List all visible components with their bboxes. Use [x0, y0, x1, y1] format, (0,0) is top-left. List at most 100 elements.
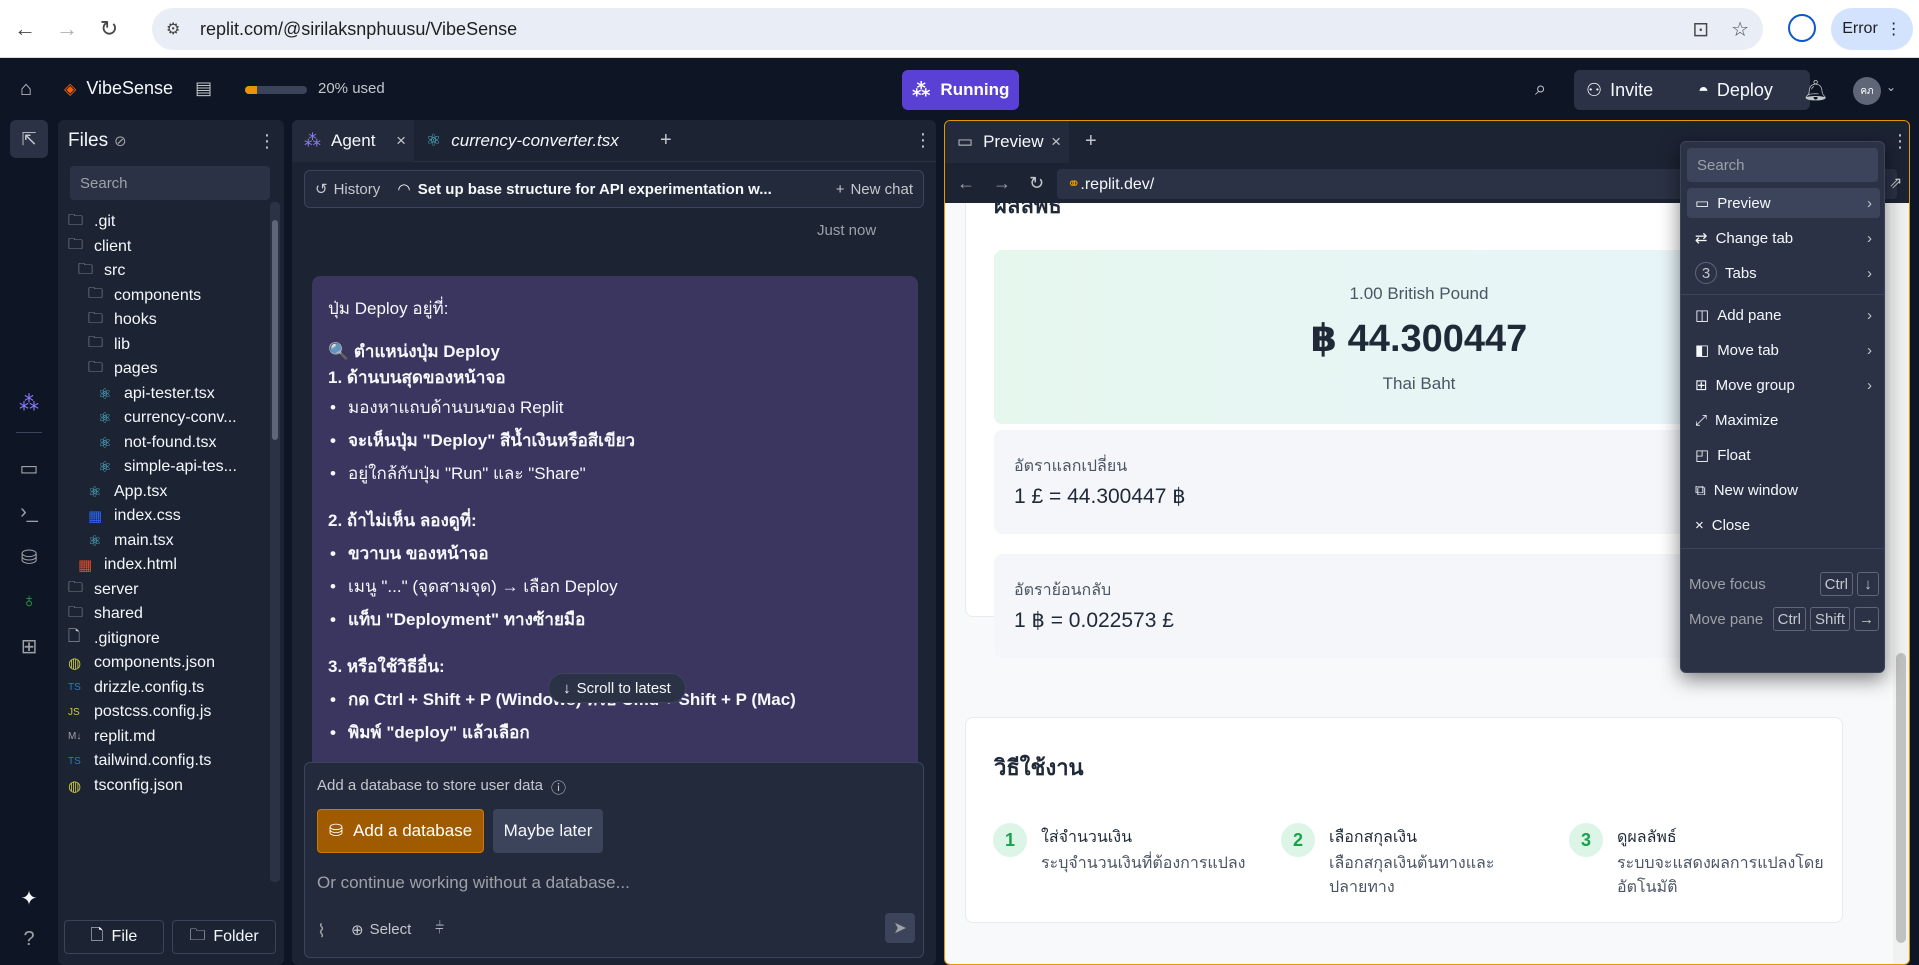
new-chat-button[interactable]: + New chat — [836, 181, 913, 198]
new-file-button[interactable]: 🗋︎ File — [64, 920, 164, 954]
arrow-down-icon: ↓ — [563, 679, 571, 697]
typescript-file-icon: TS — [68, 755, 81, 767]
arrow-right-key-icon: → — [1854, 607, 1879, 631]
close-icon: × — [1695, 516, 1704, 534]
bookmark-star-icon[interactable]: ☆ — [1731, 17, 1749, 42]
tab-preview[interactable]: ▭ Preview × — [945, 121, 1069, 163]
chat-input[interactable]: Or continue working without a database..… — [317, 873, 630, 893]
attach-icon[interactable]: ⌇ — [317, 921, 326, 942]
close-icon[interactable]: × — [1051, 132, 1061, 152]
menu-item-maximize[interactable]: ⤢ Maximize — [1687, 405, 1880, 435]
tab-currency-converter[interactable]: ⚛ currency-converter.tsx — [414, 120, 636, 162]
json-file-icon: ◍ — [68, 777, 82, 795]
pane-menu-icon[interactable]: ⋮ — [1891, 131, 1909, 152]
install-app-icon[interactable]: ⊡ — [1692, 17, 1709, 42]
scroll-to-latest-button[interactable]: ↓ Scroll to latest — [548, 673, 686, 703]
folder-icon: 🗀︎ — [68, 579, 84, 596]
chevron-down-icon[interactable]: ⌄ — [1886, 80, 1896, 94]
maybe-later-button[interactable]: Maybe later — [493, 809, 603, 853]
files-scroll-thumb[interactable] — [272, 220, 278, 440]
reload-icon[interactable]: ↻ — [92, 12, 126, 46]
sparkle-icon[interactable]: ✦ — [16, 886, 42, 911]
menu-item-label: Move group — [1715, 376, 1795, 394]
file-tree-item[interactable]: ◍ tsconfig.json — [68, 772, 183, 800]
menu-item-close[interactable]: × Close — [1687, 510, 1880, 540]
file-tree-label: .git — [94, 213, 116, 230]
menu-item-move-group[interactable]: ⊞ Move group › — [1687, 370, 1880, 400]
settings-sliders-icon[interactable]: ⫩ — [435, 920, 444, 938]
chevron-right-icon: › — [1867, 229, 1872, 247]
menu-item-label: Change tab — [1715, 229, 1794, 247]
send-icon[interactable]: ➤ — [885, 913, 915, 943]
add-tab-icon[interactable]: + — [660, 129, 672, 152]
invite-button[interactable]: ⚇ Invite — [1574, 70, 1696, 110]
url-text[interactable]: replit.com/@sirilaksnphuusu/VibeSense — [200, 19, 517, 40]
chevron-right-icon: › — [1867, 264, 1872, 282]
file-tree-label: src — [104, 262, 126, 279]
console-icon[interactable]: ›_ — [16, 501, 42, 524]
back-icon[interactable]: ← — [957, 173, 975, 194]
list-item: อยู่ใกล้กับปุ่ม "Run" และ "Share" — [328, 457, 902, 490]
folder-icon: 🗀︎ — [68, 236, 84, 253]
apps-grid-icon[interactable]: ⊞ — [16, 634, 42, 659]
howto-title: วิธีใช้งาน — [994, 755, 1084, 780]
back-icon[interactable]: ← — [8, 12, 42, 46]
repl-info-icon[interactable]: ▤ — [195, 78, 212, 99]
preview-icon[interactable]: ▭ — [16, 456, 42, 481]
info-icon[interactable]: ⓘ — [551, 777, 566, 798]
target-icon: ⊕ — [351, 922, 364, 939]
database-icon[interactable]: ⛁ — [16, 545, 42, 570]
account-icon[interactable] — [1788, 14, 1816, 42]
history-button[interactable]: ↺ History — [305, 180, 390, 199]
db-prompt-text: Add a database to store user data — [317, 777, 543, 794]
preview-scrollbar[interactable] — [1893, 203, 1909, 964]
workspace-toggle-icon[interactable]: ⇱ — [10, 120, 48, 158]
menu-item-preview[interactable]: ▭ Preview › — [1687, 188, 1880, 218]
search-icon[interactable]: ⌕ — [1535, 78, 1546, 101]
add-tab-icon[interactable]: + — [1085, 130, 1097, 153]
file-tree-label: shared — [94, 605, 143, 622]
menu-item-tabs[interactable]: 3 Tabs › — [1687, 258, 1880, 288]
deploy-header-button[interactable]: ◓ Deploy — [1686, 70, 1810, 110]
select-element-button[interactable]: ⊕ Select — [351, 921, 411, 939]
bell-icon[interactable]: 🔔︎ — [1803, 78, 1828, 103]
files-search-input[interactable]: Search — [70, 166, 270, 200]
avatar[interactable]: คภ — [1853, 77, 1881, 105]
forward-icon[interactable]: → — [50, 12, 84, 46]
chat-title[interactable]: ◠ Set up base structure for API experimen… — [398, 180, 772, 199]
site-info-icon[interactable]: ⚙ — [166, 19, 186, 39]
agent-icon[interactable]: ⁂ — [16, 391, 42, 416]
profile-error-button[interactable]: Error ⋮ — [1831, 8, 1913, 50]
new-file-icon: 🗋︎ — [90, 926, 104, 944]
open-new-tab-icon[interactable]: ⇗ — [1889, 173, 1902, 193]
deployments-icon[interactable]: ♁ — [16, 590, 42, 613]
reload-icon[interactable]: ↻ — [1029, 173, 1044, 194]
new-folder-button[interactable]: 🗀︎ Folder — [172, 920, 276, 954]
home-icon[interactable]: ⌂ — [20, 78, 32, 101]
address-bar[interactable]: ⚙ replit.com/@sirilaksnphuusu/VibeSense … — [152, 8, 1763, 50]
help-icon[interactable]: ? — [16, 928, 42, 951]
menu-search-input[interactable]: Search — [1687, 148, 1878, 182]
forward-icon[interactable]: → — [993, 173, 1011, 194]
files-scrollbar[interactable] — [270, 202, 280, 882]
run-button[interactable]: ⁂ Running — [902, 70, 1019, 110]
close-icon[interactable]: × — [396, 131, 406, 151]
repl-title[interactable]: ◈ VibeSense ▤ — [64, 78, 212, 99]
tab-file-label: currency-converter.tsx — [451, 131, 619, 150]
add-database-button[interactable]: ⛁ Add a database — [317, 809, 484, 853]
menu-item-add-pane[interactable]: ◫ Add pane › — [1687, 300, 1880, 330]
tab-preview-label: Preview — [983, 132, 1044, 151]
menu-item-float[interactable]: ◰ Float — [1687, 440, 1880, 470]
agent-tab-bar: ⁂ Agent × ⚛ currency-converter.tsx + ⋮ — [292, 120, 936, 162]
list-item: พิมพ์ "deploy" แล้วเลือก — [328, 716, 902, 749]
folder-icon: 🗀︎ — [68, 211, 84, 229]
tab-agent[interactable]: ⁂ Agent × — [292, 120, 414, 162]
pane-menu-icon[interactable]: ⋮ — [914, 130, 932, 151]
menu-item-label: Maximize — [1715, 411, 1779, 429]
files-menu-icon[interactable]: ⋮ — [258, 131, 276, 152]
preview-scroll-thumb[interactable] — [1896, 653, 1906, 943]
menu-item-change-tab[interactable]: ⇄ Change tab › — [1687, 223, 1880, 253]
file-tree-label: replit.md — [94, 727, 156, 745]
menu-item-new-window[interactable]: ⧉ New window — [1687, 475, 1880, 505]
menu-item-move-tab[interactable]: ◧ Move tab › — [1687, 335, 1880, 365]
